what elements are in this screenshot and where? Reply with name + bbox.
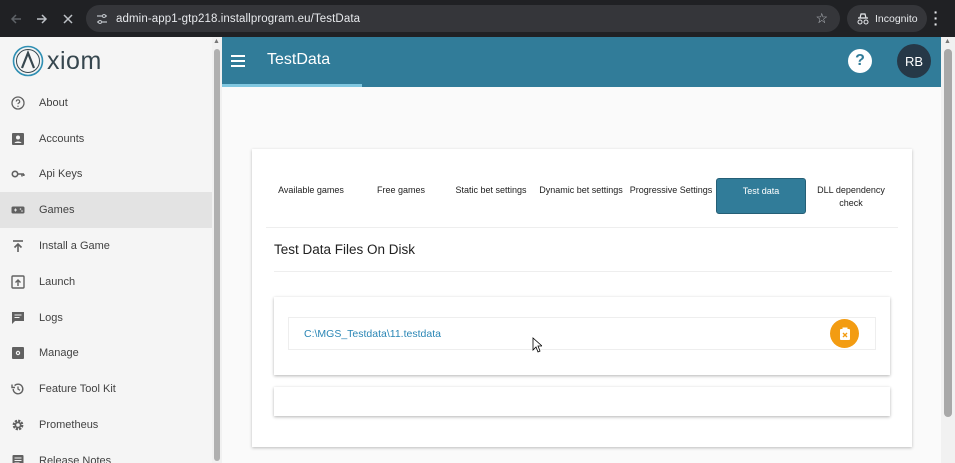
- mouse-cursor-icon: [532, 337, 542, 353]
- launch-icon: [11, 275, 25, 289]
- page-title: TestData: [267, 51, 331, 68]
- sidebar-item-about[interactable]: About: [0, 85, 212, 121]
- help-circle-icon: [11, 96, 25, 110]
- incognito-label: Incognito: [875, 12, 918, 25]
- history-icon: [11, 382, 25, 396]
- sidebar-item-label: About: [39, 96, 68, 109]
- sidebar-item-install-a-game[interactable]: Install a Game: [0, 228, 212, 264]
- sidebar-item-label: Logs: [39, 311, 63, 324]
- sidebar-scroll-thumb[interactable]: [214, 49, 220, 461]
- main-scroll-thumb[interactable]: [944, 49, 952, 417]
- stop-loading-icon[interactable]: [55, 6, 81, 32]
- delete-file-icon: [839, 327, 850, 340]
- tab-free-games[interactable]: Free games: [356, 178, 446, 214]
- browser-menu-icon[interactable]: · · ·: [930, 5, 942, 31]
- tabs-divider: [266, 227, 898, 228]
- sidebar-item-prometheus[interactable]: Prometheus: [0, 407, 212, 443]
- tab-label: Available games: [278, 185, 344, 195]
- tab-label: Free games: [376, 185, 426, 195]
- sidebar-item-feature-tool-kit[interactable]: Feature Tool Kit: [0, 371, 212, 407]
- browser-toolbar: admin-app1-gtp218.installprogram.eu/Test…: [0, 0, 955, 37]
- sidebar-nav: About Accounts Api Keys Games Install a Game…: [0, 85, 212, 463]
- gamepad-icon: [11, 203, 25, 217]
- tab-label: Progressive Settings: [629, 185, 713, 195]
- tab-label: Dynamic bet settings: [539, 185, 623, 195]
- forward-arrow-icon[interactable]: [29, 6, 55, 32]
- section-divider: [274, 271, 892, 272]
- test-data-card: Available games Free games Static bet sett…: [252, 149, 912, 447]
- tab-progressive-settings[interactable]: Progressive Settings: [626, 178, 716, 214]
- menu-icon[interactable]: [231, 55, 245, 70]
- upload-icon: [11, 239, 25, 253]
- settings-tabs: Available games Free games Static bet sett…: [266, 178, 896, 214]
- notes-icon: [11, 454, 25, 463]
- tab-available-games[interactable]: Available games: [266, 178, 356, 214]
- sidebar-item-label: Launch: [39, 275, 76, 288]
- gear-icon: [11, 418, 25, 432]
- file-row: C:\MGS_Testdata\11.testdata: [288, 317, 876, 350]
- sidebar-item-label: Install a Game: [39, 240, 110, 253]
- sidebar-item-api-keys[interactable]: Api Keys: [0, 157, 212, 193]
- sidebar-item-logs[interactable]: Logs: [0, 300, 212, 336]
- help-button[interactable]: ?: [848, 49, 872, 73]
- avatar[interactable]: RB: [897, 44, 931, 78]
- sidebar: xiom About Accounts Api Keys Games Install a…: [0, 37, 212, 463]
- sidebar-item-label: Manage: [39, 347, 79, 360]
- sidebar-item-manage[interactable]: Manage: [0, 336, 212, 372]
- incognito-icon: [857, 12, 869, 24]
- tab-label: DLL dependency check: [817, 185, 885, 208]
- sidebar-item-games[interactable]: Games: [0, 192, 212, 229]
- tab-test-data[interactable]: Test data: [716, 178, 807, 214]
- logo-text: xiom: [47, 46, 102, 75]
- bookmark-star-icon[interactable]: ☆: [815, 10, 828, 27]
- empty-panel: [274, 387, 890, 416]
- tab-label: Static bet settings: [455, 185, 527, 195]
- file-path-link[interactable]: C:\MGS_Testdata\11.testdata: [304, 328, 441, 340]
- sidebar-item-launch[interactable]: Launch: [0, 264, 212, 300]
- section-title: Test Data Files On Disk: [274, 242, 416, 257]
- files-panel: C:\MGS_Testdata\11.testdata: [274, 297, 890, 375]
- incognito-badge[interactable]: Incognito: [847, 5, 927, 32]
- settings-box-icon: [11, 346, 25, 360]
- message-icon: [11, 311, 25, 325]
- scroll-up-icon[interactable]: ▲: [944, 38, 951, 45]
- sidebar-item-label: Accounts: [39, 132, 85, 145]
- sidebar-item-label: Feature Tool Kit: [39, 383, 116, 396]
- sidebar-scrollbar[interactable]: ▲: [212, 37, 222, 463]
- app-header: TestData ? RB: [222, 37, 941, 87]
- sidebar-item-accounts[interactable]: Accounts: [0, 121, 212, 157]
- main-scrollbar[interactable]: ▲: [941, 37, 955, 463]
- address-bar[interactable]: admin-app1-gtp218.installprogram.eu/Test…: [86, 5, 840, 32]
- sidebar-item-label: Api Keys: [39, 168, 83, 181]
- axiom-logo[interactable]: xiom: [0, 37, 212, 85]
- url-text: admin-app1-gtp218.installprogram.eu/Test…: [116, 12, 361, 25]
- site-settings-icon[interactable]: [95, 12, 109, 26]
- sidebar-item-label: Games: [39, 204, 75, 217]
- tab-dll-dependency-check[interactable]: DLL dependency check: [806, 178, 896, 214]
- axiom-logo-icon: [12, 45, 44, 77]
- sidebar-item-release-notes[interactable]: Release Notes: [0, 443, 212, 463]
- scroll-up-icon[interactable]: ▲: [213, 38, 220, 45]
- account-box-icon: [11, 132, 25, 146]
- key-icon: [11, 167, 25, 181]
- tab-dynamic-bet-settings[interactable]: Dynamic bet settings: [536, 178, 626, 214]
- tab-label: Test data: [742, 186, 780, 196]
- sidebar-item-label: Release Notes: [39, 454, 112, 463]
- header-active-indicator: [222, 84, 362, 87]
- delete-file-button[interactable]: [830, 319, 859, 348]
- back-arrow-icon[interactable]: [3, 6, 29, 32]
- sidebar-item-label: Prometheus: [39, 419, 99, 432]
- tab-static-bet-settings[interactable]: Static bet settings: [446, 178, 536, 214]
